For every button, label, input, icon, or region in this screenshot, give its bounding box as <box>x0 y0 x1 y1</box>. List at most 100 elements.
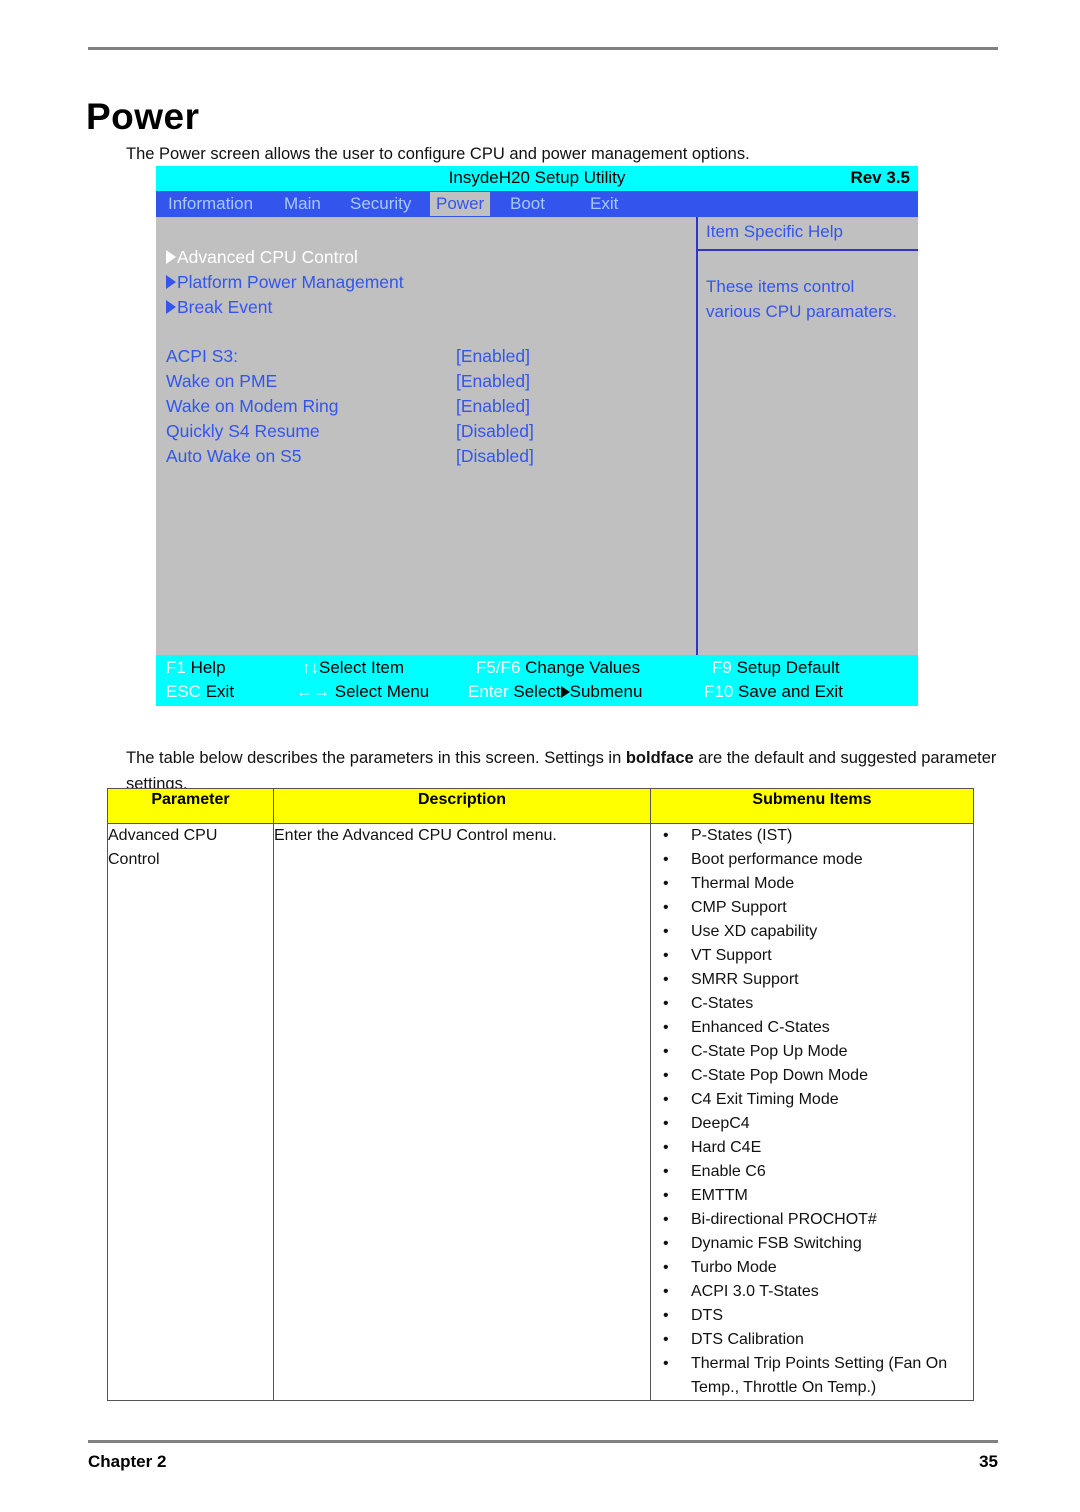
submenu-item-list: • P-States (IST) • Boot performance mode • Th… <box>651 824 973 1400</box>
bullet-icon: • <box>663 1187 669 1204</box>
bios-key-esc-exit[interactable]: ESC Exit <box>166 682 234 702</box>
submenu-list-item-label: ACPI 3.0 T-States <box>691 1283 819 1300</box>
bullet-icon: • <box>663 1211 669 1228</box>
bios-option-value[interactable]: [Disabled] <box>456 421 534 442</box>
submenu-list-item: • EMTTM <box>651 1184 973 1208</box>
bios-menu-power[interactable]: Power <box>430 192 491 216</box>
bios-submenu-platform-power-management[interactable]: Platform Power Management <box>166 272 404 293</box>
table-row: Advanced CPU Control Enter the Advanced … <box>107 823 974 1401</box>
document-page: Power The Power screen allows the user t… <box>0 0 1080 1512</box>
submenu-list-item-label: CMP Support <box>691 899 787 916</box>
submenu-list-item: • SMRR Support <box>651 968 973 992</box>
submenu-list-item-label: Boot performance mode <box>691 851 863 868</box>
submenu-list-item-label: C-State Pop Down Mode <box>691 1067 868 1084</box>
submenu-list-item: • VT Support <box>651 944 973 968</box>
bios-submenu-label: Platform Power Management <box>177 272 404 292</box>
bios-submenu-break-event[interactable]: Break Event <box>166 297 272 318</box>
triangle-right-icon <box>166 300 176 314</box>
submenu-list-item: • DTS Calibration <box>651 1328 973 1352</box>
bios-key-select-item[interactable]: ↑↓Select Item <box>302 658 404 678</box>
table-intro-bold: boldface <box>625 748 694 767</box>
footer-chapter-label: Chapter 2 <box>88 1452 167 1471</box>
bullet-icon: • <box>663 827 669 844</box>
bios-menu-bar: Information Main Security Power Boot Exi… <box>156 191 918 217</box>
submenu-list-item: • C4 Exit Timing Mode <box>651 1088 973 1112</box>
bios-setup-screenshot: InsydeH20 Setup Utility Rev 3.5 Informat… <box>156 166 918 706</box>
bullet-icon: • <box>663 947 669 964</box>
submenu-list-item: • Bi-directional PROCHOT# <box>651 1208 973 1232</box>
bullet-icon: • <box>663 1235 669 1252</box>
bios-title-bar: InsydeH20 Setup Utility Rev 3.5 <box>156 166 918 191</box>
submenu-list-item-label: Thermal Mode <box>691 875 795 892</box>
bios-key-f9-setup-default[interactable]: F9 Setup Default <box>712 658 840 678</box>
bios-key-f5-f6-change-values[interactable]: F5/F6 Change Values <box>476 658 640 678</box>
bullet-icon: • <box>663 1331 669 1348</box>
bullet-icon: • <box>663 1067 669 1084</box>
bios-submenu-advanced-cpu-control[interactable]: Advanced CPU Control <box>166 247 358 268</box>
bios-option-label: Wake on PME <box>166 371 278 391</box>
submenu-list-item: • Dynamic FSB Switching <box>651 1232 973 1256</box>
submenu-list-item: • Turbo Mode <box>651 1256 973 1280</box>
triangle-right-icon <box>166 275 176 289</box>
submenu-list-item-label: C-State Pop Up Mode <box>691 1043 848 1060</box>
page-title: Power <box>86 95 200 137</box>
bios-key-enter-select-submenu[interactable]: Enter Select Submenu <box>468 682 642 702</box>
bullet-icon: • <box>663 1355 669 1372</box>
submenu-list-item: • Thermal Trip Points Setting (Fan On Tem… <box>651 1352 973 1400</box>
bios-option-value[interactable]: [Enabled] <box>456 396 530 417</box>
table-header-description: Description <box>273 788 651 824</box>
bios-option-label: Auto Wake on S5 <box>166 446 302 466</box>
bios-menu-information[interactable]: Information <box>162 192 259 216</box>
help-pane-body: These items control various CPU paramate… <box>706 274 918 324</box>
header-rule <box>88 47 998 50</box>
bios-revision-label: Rev 3.5 <box>850 168 910 187</box>
bios-option-value[interactable]: [Enabled] <box>456 346 530 367</box>
help-pane-divider <box>696 217 698 655</box>
submenu-list-item: • C-State Pop Up Mode <box>651 1040 973 1064</box>
bullet-icon: • <box>663 1019 669 1036</box>
help-title-underline <box>696 249 918 251</box>
bullet-icon: • <box>663 1115 669 1132</box>
bios-key-select-menu[interactable]: ←→ Select Menu <box>296 682 429 702</box>
bios-key-f1-help[interactable]: F1 Help <box>166 658 226 678</box>
submenu-list-item: • C-State Pop Down Mode <box>651 1064 973 1088</box>
submenu-list-item-label: Thermal Trip Points Setting (Fan On Temp… <box>691 1355 948 1396</box>
help-pane-line-1: These items control <box>706 277 855 296</box>
triangle-right-icon <box>166 250 176 264</box>
submenu-list-item-label: Enable C6 <box>691 1163 766 1180</box>
footer-page-number: 35 <box>979 1452 998 1471</box>
intro-paragraph: The Power screen allows the user to conf… <box>126 144 750 163</box>
help-pane-line-2: various CPU paramaters. <box>706 302 897 321</box>
bullet-icon: • <box>663 923 669 940</box>
submenu-list-item-label: DTS <box>691 1307 723 1324</box>
bios-utility-title: InsydeH20 Setup Utility <box>448 168 626 187</box>
bullet-icon: • <box>663 971 669 988</box>
parameter-table: Parameter Description Submenu Items Adva… <box>107 788 974 1401</box>
bullet-icon: • <box>663 1307 669 1324</box>
bios-function-key-bar: F1 Help ↑↓Select Item F5/F6 Change Value… <box>156 655 918 706</box>
submenu-list-item: • Thermal Mode <box>651 872 973 896</box>
bios-menu-security[interactable]: Security <box>344 192 417 216</box>
table-header-submenu-items: Submenu Items <box>650 788 974 824</box>
submenu-list-item-label: SMRR Support <box>691 971 799 988</box>
bullet-icon: • <box>663 995 669 1012</box>
bios-menu-boot[interactable]: Boot <box>504 192 551 216</box>
bios-key-f10-save-and-exit[interactable]: F10 Save and Exit <box>704 682 843 702</box>
bullet-icon: • <box>663 1091 669 1108</box>
bios-menu-exit[interactable]: Exit <box>584 192 624 216</box>
table-intro-part-1: The table below describes the parameters… <box>126 748 626 767</box>
submenu-list-item-label: DTS Calibration <box>691 1331 804 1348</box>
bios-menu-main[interactable]: Main <box>278 192 327 216</box>
bios-submenu-label: Advanced CPU Control <box>177 247 358 267</box>
bullet-icon: • <box>663 1139 669 1156</box>
bios-option-value[interactable]: [Disabled] <box>456 446 534 467</box>
triangle-right-icon <box>560 686 570 698</box>
table-cell-submenu-items: • P-States (IST) • Boot performance mode • Th… <box>650 823 974 1401</box>
submenu-list-item: • CMP Support <box>651 896 973 920</box>
submenu-list-item: • DeepC4 <box>651 1112 973 1136</box>
submenu-list-item-label: Turbo Mode <box>691 1259 777 1276</box>
bullet-icon: • <box>663 1283 669 1300</box>
submenu-list-item: • Enable C6 <box>651 1160 973 1184</box>
bios-option-value[interactable]: [Enabled] <box>456 371 530 392</box>
submenu-list-item: • Enhanced C-States <box>651 1016 973 1040</box>
